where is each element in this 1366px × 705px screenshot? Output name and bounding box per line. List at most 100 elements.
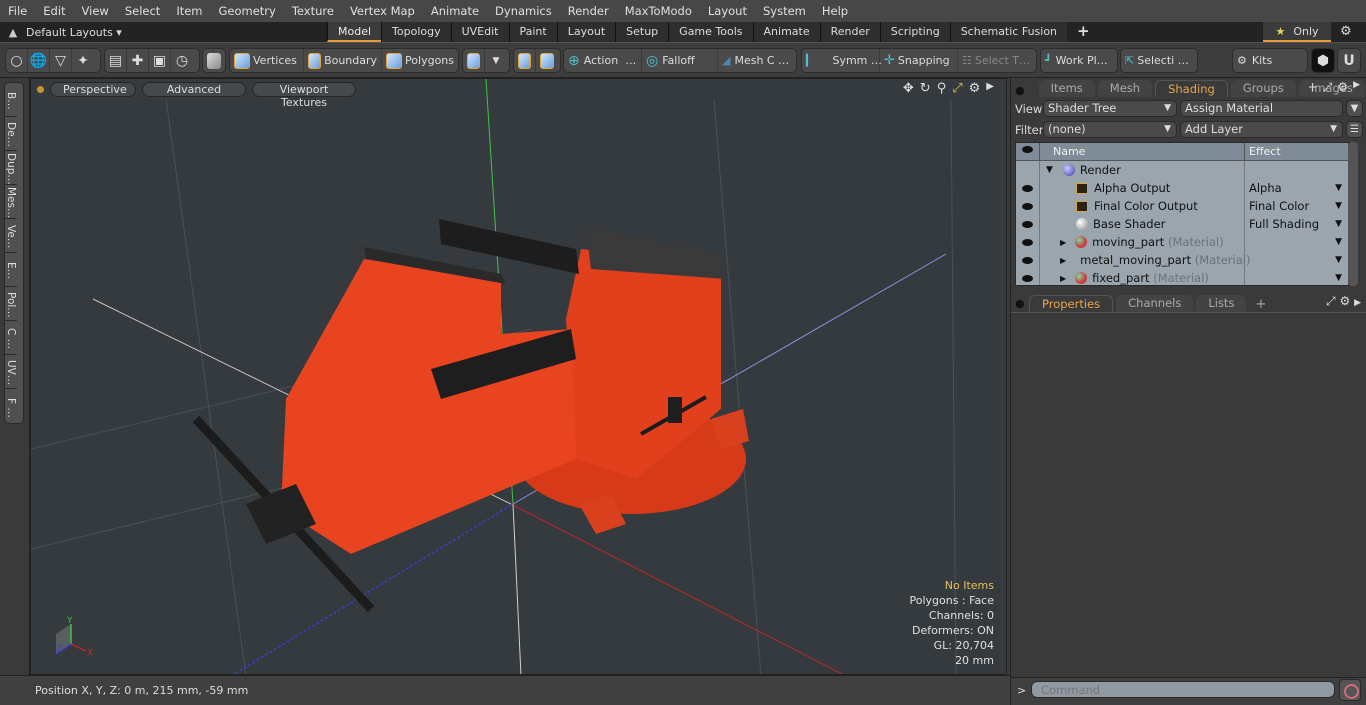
action-center-button[interactable]: ⊕ Action … (564, 49, 642, 72)
menu-layout[interactable]: Layout (700, 4, 755, 18)
add-layer-dropdown[interactable]: Add Layer ▼ (1180, 121, 1343, 138)
menu-render[interactable]: Render (560, 4, 617, 18)
tab-schematic-fusion[interactable]: Schematic Fusion (949, 22, 1068, 42)
tree-row-render[interactable]: ▼ Render (1016, 161, 1348, 179)
vise-model[interactable] (192, 219, 749, 613)
effect-dropdown[interactable]: Final Color ▼ (1245, 197, 1348, 215)
vtab-basic[interactable]: B… (5, 83, 17, 117)
tab-animate[interactable]: Animate (752, 22, 820, 42)
tab-mesh[interactable]: Mesh … (1097, 80, 1153, 111)
vtab-mesh-edit[interactable]: Mes… (5, 185, 17, 219)
add-tab-icon[interactable]: + (1255, 297, 1266, 312)
panel-gear-icon[interactable]: ⚙ (1337, 80, 1348, 95)
item-mode-button[interactable] (203, 49, 225, 72)
3d-viewport[interactable]: Perspective Advanced Viewport Textures ✥… (30, 78, 1007, 675)
menu-help[interactable]: Help (814, 4, 856, 18)
maximize-icon[interactable]: ⤢ (952, 81, 962, 96)
viewport-menu-arrow-icon[interactable]: ▶ (986, 81, 994, 96)
effect-dropdown[interactable]: Alpha ▼ (1245, 179, 1348, 197)
unreal-button[interactable]: U (1337, 48, 1361, 73)
tree-row-fixed-part[interactable]: ▶ fixed_part (Material) ▼ (1016, 269, 1348, 285)
vtab-fusion[interactable]: F … (5, 389, 17, 423)
tab-game-tools[interactable]: Game Tools (668, 22, 753, 42)
collapse-up-icon[interactable]: ▲ (0, 26, 26, 39)
tab-setup[interactable]: Setup (615, 22, 669, 42)
visibility-eye-icon[interactable] (1016, 233, 1040, 251)
circle-tool-icon[interactable]: ○ (6, 49, 28, 72)
vertices-button[interactable]: Vertices (230, 49, 305, 72)
snapping-button[interactable]: ✛ Snapping (880, 49, 958, 72)
effect-column-header[interactable]: Effect (1245, 143, 1348, 160)
name-column-header[interactable]: Name (1040, 143, 1245, 160)
vtab-uv[interactable]: UV… (5, 355, 17, 389)
kits-button[interactable]: ⚙ Kits (1233, 49, 1307, 72)
menu-maxtomodo[interactable]: MaxToModo (617, 4, 700, 18)
visibility-eye-icon[interactable] (1016, 251, 1040, 269)
falloff-button[interactable]: ◎ Falloff (642, 49, 718, 72)
pen-tool-icon[interactable]: ▽ (50, 49, 72, 72)
mode-dropdown-icon[interactable]: ▼ (485, 49, 507, 72)
menu-item[interactable]: Item (168, 4, 210, 18)
menu-edit[interactable]: Edit (35, 4, 73, 18)
symmetry-button[interactable]: ▎ Symm … (802, 49, 882, 72)
expand-arrow-icon[interactable]: ▶ (1060, 274, 1066, 283)
bezier-tool-icon[interactable]: ✦ (72, 49, 94, 72)
view-dropdown[interactable]: Shader Tree ▼ (1043, 100, 1177, 117)
arrow-icon[interactable]: ▶ (1354, 298, 1361, 308)
tree-row-alpha-output[interactable]: Alpha Output Alpha ▼ (1016, 179, 1348, 197)
collapse-arrow-icon[interactable]: ▼ (1046, 165, 1053, 175)
vtab-vertex[interactable]: Ve… (5, 219, 17, 253)
menu-select[interactable]: Select (117, 4, 168, 18)
menu-file[interactable]: File (0, 4, 35, 18)
tab-paint[interactable]: Paint (508, 22, 557, 42)
local-transform-icon[interactable] (536, 49, 558, 72)
gear-icon[interactable]: ⚙ (1340, 24, 1352, 39)
pan-icon[interactable]: ✥ (903, 81, 914, 96)
command-record-button[interactable] (1339, 679, 1361, 701)
menu-view[interactable]: View (74, 4, 117, 18)
tab-scripting[interactable]: Scripting (879, 22, 950, 42)
tab-lists[interactable]: Lists (1196, 295, 1247, 312)
add-tab-button[interactable]: + (1067, 22, 1100, 42)
panel-arrow-icon[interactable]: ▶ (1353, 80, 1360, 95)
mesh-constraints-button[interactable]: ◢ Mesh C … (718, 49, 796, 72)
effect-dropdown[interactable]: ▼ (1245, 251, 1348, 269)
rotate-uv-icon[interactable]: ◷ (171, 49, 193, 72)
tree-row-moving-part[interactable]: ▶ moving_part (Material) ▼ (1016, 233, 1348, 251)
visibility-eye-icon[interactable] (1016, 179, 1040, 197)
tab-items[interactable]: Items (1038, 80, 1095, 97)
visibility-eye-icon[interactable] (1016, 269, 1040, 285)
add-panel-tab-icon[interactable]: + (1308, 80, 1318, 95)
tab-uvedit[interactable]: UVEdit (450, 22, 509, 42)
project-tool-icon[interactable]: ▣ (149, 49, 171, 72)
default-layouts-dropdown[interactable]: Default Layouts ▾ (26, 26, 326, 39)
material-mode-button[interactable] (463, 49, 485, 72)
tree-row-base-shader[interactable]: Base Shader Full Shading ▼ (1016, 215, 1348, 233)
globe-tool-icon[interactable]: 🌐 (28, 49, 50, 72)
tab-groups[interactable]: Groups (1230, 80, 1296, 97)
panel-expand-icon[interactable]: ⤢ (1323, 80, 1333, 95)
shading-mode-button[interactable]: Advanced (142, 81, 246, 97)
gear-icon[interactable]: ⚙ (1339, 294, 1350, 308)
vtab-curve[interactable]: C … (5, 321, 17, 355)
only-toggle[interactable]: ★ Only (1263, 22, 1331, 42)
viewport-gear-icon[interactable]: ⚙ (969, 81, 981, 96)
work-plane-button[interactable]: ┛ Work Pl… (1041, 49, 1117, 72)
view-mode-button[interactable]: Perspective (50, 81, 136, 97)
command-input[interactable] (1031, 681, 1335, 698)
viewport-indicator-icon[interactable] (37, 85, 44, 93)
viewport-textures-button[interactable]: Viewport Textures (252, 81, 356, 109)
zoom-icon[interactable]: ⚲ (937, 81, 947, 96)
polygons-button[interactable]: Polygons (382, 49, 458, 72)
shader-tree-scrollbar[interactable] (1348, 142, 1358, 286)
expand-icon[interactable]: ⤢ (1326, 294, 1336, 308)
tab-channels[interactable]: Channels (1116, 295, 1194, 312)
expand-arrow-icon[interactable]: ▶ (1060, 238, 1066, 247)
list-options-icon[interactable]: ☰ (1346, 121, 1363, 138)
rotate-icon[interactable]: ↻ (920, 81, 931, 96)
assign-material-button[interactable]: Assign Material (1180, 100, 1343, 117)
tab-render[interactable]: Render (819, 22, 880, 42)
filter-dropdown[interactable]: (none) ▼ (1043, 121, 1177, 138)
tab-layout[interactable]: Layout (556, 22, 616, 42)
boundary-button[interactable]: Boundary (304, 49, 383, 72)
